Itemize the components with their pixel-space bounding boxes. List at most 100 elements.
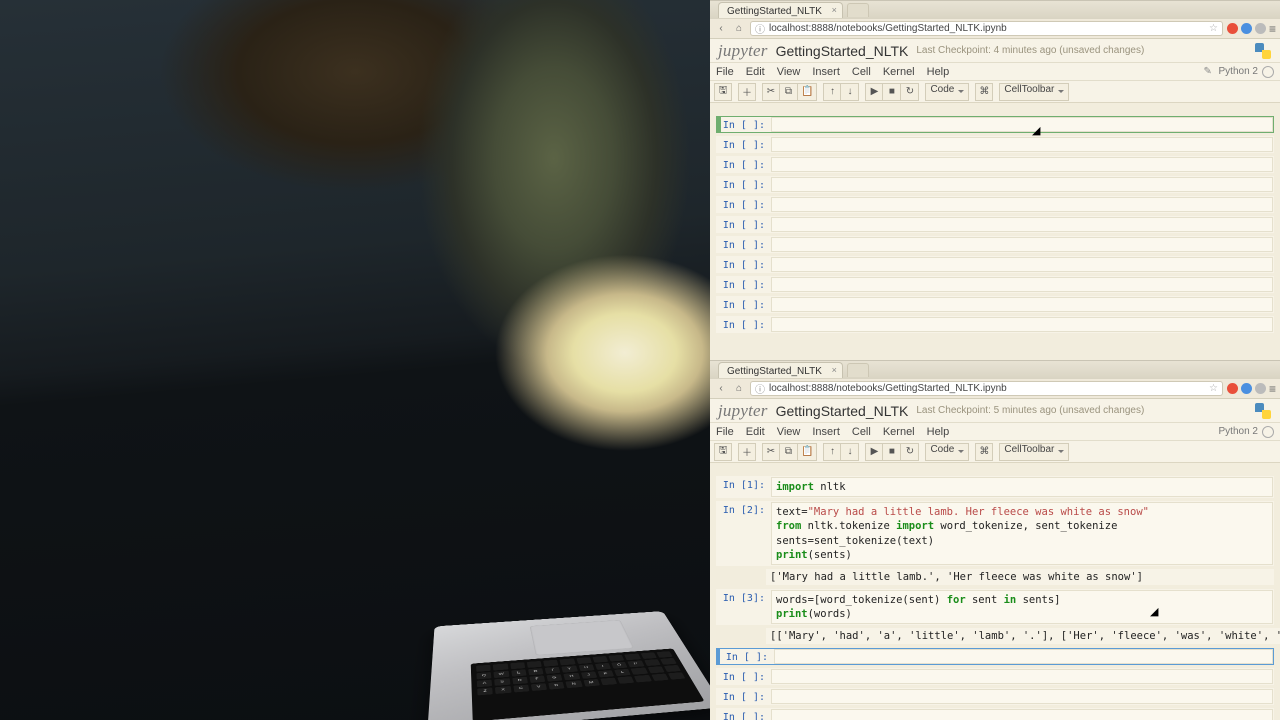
star-icon[interactable]: ☆ xyxy=(1209,23,1218,34)
cell-input[interactable] xyxy=(774,649,1273,664)
paste-button[interactable]: 📋 xyxy=(798,443,817,461)
menu-file[interactable]: File xyxy=(716,426,734,438)
new-tab-button[interactable] xyxy=(847,363,869,377)
menu-edit[interactable]: Edit xyxy=(746,66,765,78)
menu-file[interactable]: File xyxy=(716,66,734,78)
cell-input[interactable] xyxy=(771,277,1273,292)
cell-input[interactable] xyxy=(771,157,1273,172)
cell-input[interactable] xyxy=(771,137,1273,152)
command-palette-button[interactable]: ⌘ xyxy=(975,443,993,461)
star-icon[interactable]: ☆ xyxy=(1209,383,1218,394)
cut-button[interactable]: ✂ xyxy=(762,83,780,101)
cell-input[interactable] xyxy=(771,669,1273,684)
save-button[interactable]: 🖫 xyxy=(714,83,732,101)
close-icon[interactable]: × xyxy=(832,365,837,375)
code-cell[interactable]: In [ ]: xyxy=(716,708,1274,720)
code-cell[interactable]: In [ ]: xyxy=(716,196,1274,213)
notebook-title[interactable]: GettingStarted_NLTK xyxy=(776,43,909,59)
notebook-body[interactable]: In [ ]: In [ ]: In [ ]: In [ ]: In [ ]: In [ … xyxy=(710,103,1280,360)
extension-icon[interactable] xyxy=(1227,383,1238,394)
menu-cell[interactable]: Cell xyxy=(852,426,871,438)
copy-button[interactable]: ⧉ xyxy=(780,83,798,101)
menu-help[interactable]: Help xyxy=(927,66,950,78)
browser-tab[interactable]: GettingStarted_NLTK × xyxy=(718,2,843,18)
new-tab-button[interactable] xyxy=(847,3,869,17)
cell-toolbar-select[interactable]: CellToolbar xyxy=(999,83,1069,101)
notebook-body[interactable]: In [1]: import nltk In [2]: text="Mary h… xyxy=(710,463,1280,720)
jupyter-logo[interactable]: jupyter xyxy=(718,401,768,421)
address-bar[interactable]: ⓘ localhost:8888/notebooks/GettingStarte… xyxy=(750,381,1223,396)
extension-icon[interactable] xyxy=(1255,383,1266,394)
code-cell[interactable]: In [ ]: xyxy=(716,136,1274,153)
home-icon[interactable]: ⌂ xyxy=(732,22,746,36)
restart-button[interactable]: ↻ xyxy=(901,443,919,461)
cell-input[interactable] xyxy=(771,217,1273,232)
code-cell[interactable]: In [ ]: xyxy=(716,216,1274,233)
extension-icon[interactable] xyxy=(1241,383,1252,394)
code-cell[interactable]: In [ ]: xyxy=(716,256,1274,273)
code-cell[interactable]: In [2]: text="Mary had a little lamb. He… xyxy=(716,501,1274,566)
menu-icon[interactable]: ≡ xyxy=(1269,382,1276,396)
code-cell[interactable]: In [ ]: xyxy=(716,296,1274,313)
extension-icon[interactable] xyxy=(1227,23,1238,34)
cell-input[interactable] xyxy=(771,117,1273,132)
menu-insert[interactable]: Insert xyxy=(812,426,840,438)
address-bar[interactable]: ⓘ localhost:8888/notebooks/GettingStarte… xyxy=(750,21,1223,36)
save-button[interactable]: 🖫 xyxy=(714,443,732,461)
cell-input[interactable]: import nltk xyxy=(771,477,1273,497)
browser-tab[interactable]: GettingStarted_NLTK × xyxy=(718,362,843,378)
menu-kernel[interactable]: Kernel xyxy=(883,426,915,438)
extension-icon[interactable] xyxy=(1255,23,1266,34)
copy-button[interactable]: ⧉ xyxy=(780,443,798,461)
cut-button[interactable]: ✂ xyxy=(762,443,780,461)
code-cell[interactable]: In [ ]: xyxy=(716,688,1274,705)
cell-input[interactable]: text="Mary had a little lamb. Her fleece… xyxy=(771,502,1273,565)
code-cell[interactable]: In [ ]: xyxy=(716,156,1274,173)
restart-button[interactable]: ↻ xyxy=(901,83,919,101)
move-down-button[interactable]: ↓ xyxy=(841,83,859,101)
code-cell[interactable]: In [ ]: xyxy=(716,668,1274,685)
notebook-title[interactable]: GettingStarted_NLTK xyxy=(776,403,909,419)
code-cell[interactable]: In [ ]: xyxy=(716,276,1274,293)
command-palette-button[interactable]: ⌘ xyxy=(975,83,993,101)
stop-button[interactable]: ■ xyxy=(883,443,901,461)
run-button[interactable]: ▶ xyxy=(865,443,883,461)
code-cell[interactable]: In [ ]: xyxy=(716,316,1274,333)
code-cell[interactable]: In [1]: import nltk xyxy=(716,476,1274,498)
cell-toolbar-select[interactable]: CellToolbar xyxy=(999,443,1069,461)
cell-input[interactable] xyxy=(771,257,1273,272)
menu-icon[interactable]: ≡ xyxy=(1269,22,1276,36)
code-cell[interactable]: In [ ]: xyxy=(716,648,1274,665)
add-cell-button[interactable]: ＋ xyxy=(738,443,756,461)
menu-cell[interactable]: Cell xyxy=(852,66,871,78)
move-down-button[interactable]: ↓ xyxy=(841,443,859,461)
menu-view[interactable]: View xyxy=(777,426,801,438)
menu-kernel[interactable]: Kernel xyxy=(883,66,915,78)
jupyter-logo[interactable]: jupyter xyxy=(718,41,768,61)
cell-input[interactable] xyxy=(771,709,1273,720)
close-icon[interactable]: × xyxy=(832,5,837,15)
cell-input[interactable] xyxy=(771,317,1273,332)
code-cell[interactable]: In [3]: words=[word_tokenize(sent) for s… xyxy=(716,589,1274,625)
code-cell[interactable]: In [ ]: xyxy=(716,116,1274,133)
cell-input[interactable] xyxy=(771,197,1273,212)
cell-input[interactable] xyxy=(771,237,1273,252)
code-cell[interactable]: In [ ]: xyxy=(716,236,1274,253)
move-up-button[interactable]: ↑ xyxy=(823,83,841,101)
paste-button[interactable]: 📋 xyxy=(798,83,817,101)
stop-button[interactable]: ■ xyxy=(883,83,901,101)
menu-view[interactable]: View xyxy=(777,66,801,78)
menu-insert[interactable]: Insert xyxy=(812,66,840,78)
cell-type-select[interactable]: Code xyxy=(925,443,969,461)
menu-help[interactable]: Help xyxy=(927,426,950,438)
run-button[interactable]: ▶ xyxy=(865,83,883,101)
move-up-button[interactable]: ↑ xyxy=(823,443,841,461)
back-icon[interactable]: ‹ xyxy=(714,382,728,396)
cell-input[interactable] xyxy=(771,177,1273,192)
home-icon[interactable]: ⌂ xyxy=(732,382,746,396)
cell-input[interactable] xyxy=(771,297,1273,312)
back-icon[interactable]: ‹ xyxy=(714,22,728,36)
add-cell-button[interactable]: ＋ xyxy=(738,83,756,101)
code-cell[interactable]: In [ ]: xyxy=(716,176,1274,193)
extension-icon[interactable] xyxy=(1241,23,1252,34)
